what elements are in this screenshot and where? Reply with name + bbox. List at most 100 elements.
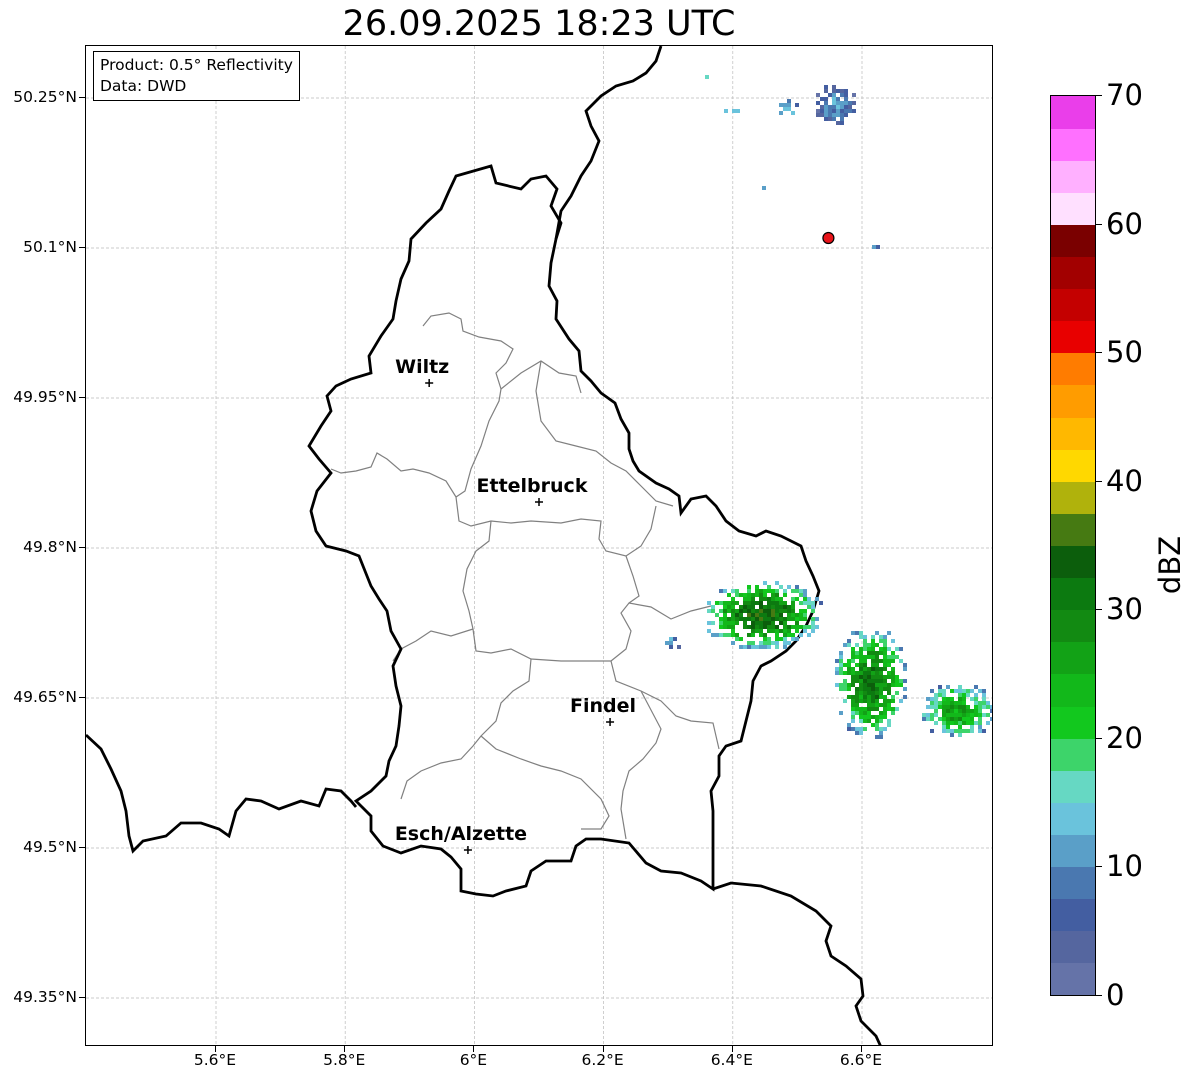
colorbar-tick-label: 60: [1106, 206, 1143, 241]
colorbar-tick-label: 70: [1106, 78, 1143, 112]
radar-echo-cell: [791, 613, 795, 617]
radar-echo-cell: [847, 671, 851, 675]
radar-echo-cell: [903, 663, 907, 667]
city-label: Esch/Alzette: [395, 823, 527, 845]
radar-echo-cell: [926, 717, 930, 721]
radar-echo-cell: [779, 597, 783, 601]
radar-echo-cell: [771, 621, 775, 625]
radar-echo-cell: [775, 589, 779, 593]
radar-echo-cell: [795, 621, 799, 625]
radar-echo-cell: [743, 645, 747, 649]
radar-echo-cell: [946, 705, 950, 709]
lon-tick-label: 6.6°E: [839, 1051, 883, 1069]
radar-echo-cell: [950, 717, 954, 721]
radar-echo-cell: [731, 625, 735, 629]
radar-echo-cell: [771, 629, 775, 633]
radar-echo-cell: [783, 107, 787, 111]
map-area[interactable]: Wiltz Ettelbruck Findel Esch/Alzette: [85, 45, 993, 1046]
radar-echo-cell: [707, 629, 711, 633]
radar-echo-cell: [867, 687, 871, 691]
radar-echo-cell: [771, 589, 775, 593]
radar-echo-cell: [942, 729, 946, 733]
colorbar-segment: [1051, 834, 1095, 868]
radar-echo-cell: [887, 683, 891, 687]
city-ettelbruck[interactable]: Ettelbruck: [477, 475, 588, 506]
city-findel[interactable]: Findel: [570, 695, 636, 726]
radar-echo-cell: [847, 659, 851, 663]
radar-echo-cell: [775, 629, 779, 633]
radar-echo-cell: [731, 617, 735, 621]
city-wiltz[interactable]: Wiltz: [395, 356, 449, 387]
radar-echo-cell: [891, 711, 895, 715]
radar-echo-cell: [839, 655, 843, 659]
radar-echo-cell: [791, 597, 795, 601]
radar-echo-cell: [962, 709, 966, 713]
radar-echo-cell: [799, 593, 803, 597]
radar-echo-cell: [930, 705, 934, 709]
radar-echo-cell: [938, 685, 942, 689]
radar-echo-cell: [844, 89, 848, 93]
radar-echo-cell: [899, 699, 903, 703]
radar-echo-cell: [763, 589, 767, 593]
radar-echo-cell: [707, 601, 711, 605]
radar-echo-cell: [946, 729, 950, 733]
radar-echo-cell: [978, 729, 982, 733]
radar-echo-cell: [820, 109, 824, 113]
radar-site-marker[interactable]: [822, 231, 835, 245]
radar-echo-cell: [982, 713, 986, 717]
radar-echo-cell: [934, 705, 938, 709]
radar-echo-cell: [763, 621, 767, 625]
radar-echo-cell: [891, 675, 895, 679]
radar-echo-cell: [731, 621, 735, 625]
radar-echo-cell: [759, 641, 763, 645]
radar-echo-cell: [879, 719, 883, 723]
radar-echo-cell: [763, 637, 767, 641]
radar-echo-cell: [875, 695, 879, 699]
radar-echo-cell: [731, 629, 735, 633]
radar-echo-cell: [934, 693, 938, 697]
radar-echo-cell: [958, 733, 962, 737]
radar-echo-cell: [859, 667, 863, 671]
info-product: Product: 0.5° Reflectivity: [100, 56, 293, 74]
radar-echo-cell: [763, 581, 767, 585]
radar-echo-cell: [839, 651, 843, 655]
radar-echo-cell: [883, 655, 887, 659]
radar-echo-cell: [883, 703, 887, 707]
radar-echo-cell: [783, 641, 787, 645]
radar-echo-cell: [958, 717, 962, 721]
radar-echo-cell: [942, 725, 946, 729]
radar-echo-cell: [771, 613, 775, 617]
radar-echo-cell: [787, 641, 791, 645]
radar-echo-cell: [836, 113, 840, 117]
radar-echo-cell: [832, 113, 836, 117]
radar-echo-cell: [871, 723, 875, 727]
radar-echo-cell: [803, 597, 807, 601]
radar-echo-cell: [719, 633, 723, 637]
radar-echo-cell: [844, 93, 848, 97]
radar-echo-cell: [755, 613, 759, 617]
radar-echo-cell: [863, 719, 867, 723]
radar-echo-cell: [962, 701, 966, 705]
radar-echo-cell: [759, 589, 763, 593]
colorbar-segment: [1051, 673, 1095, 707]
radar-echo-cell: [875, 643, 879, 647]
lon-tick-label: 5.6°E: [193, 1051, 237, 1069]
radar-echo-cell: [723, 613, 727, 617]
radar-echo-cell: [903, 667, 907, 671]
colorbar-segment: [1051, 609, 1095, 643]
radar-echo-cell: [832, 101, 836, 105]
radar-echo-cell: [966, 717, 970, 721]
radar-echo-cell: [872, 245, 876, 249]
radar-echo-cell: [719, 621, 723, 625]
radar-echo-cell: [851, 647, 855, 651]
radar-echo-cell: [843, 699, 847, 703]
radar-echo-cell: [883, 699, 887, 703]
radar-echo-cell: [847, 639, 851, 643]
radar-echo-cell: [883, 663, 887, 667]
radar-echo-cell: [840, 117, 844, 121]
radar-echo-cell: [779, 617, 783, 621]
radar-echo-cell: [747, 613, 751, 617]
radar-echo-cell: [735, 589, 739, 593]
radar-echo-cell: [855, 631, 859, 635]
radar-echo-cell: [867, 667, 871, 671]
